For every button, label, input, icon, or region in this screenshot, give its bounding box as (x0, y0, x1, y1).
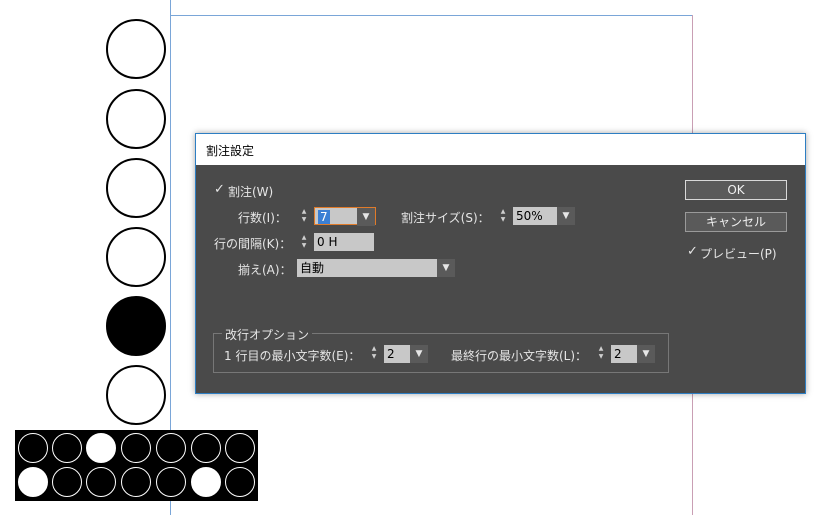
dialog-title: 割注設定 (206, 144, 255, 158)
ok-button[interactable]: OK (685, 180, 787, 200)
grid-dot (225, 433, 255, 463)
warichu-dialog: 割注設定 ✓ 割注(W) 行数(I)： ▲ ▼ 7 ▼ 割注サイズ(S)： ▲ … (195, 133, 806, 394)
down-arrow-icon: ▼ (301, 242, 307, 249)
cancel-button[interactable]: キャンセル (685, 212, 787, 232)
up-arrow-icon: ▲ (301, 208, 307, 215)
preview-label: プレビュー(P) (700, 247, 777, 261)
preview-checkbox[interactable]: ✓ (687, 245, 699, 258)
first-line-min-label: 1 行目の最小文字数(E)： (224, 349, 361, 363)
grid-dot (156, 433, 186, 463)
last-line-min-stepper[interactable]: ▲ ▼ (594, 345, 608, 363)
dot-grid[interactable] (15, 430, 258, 501)
grid-dot (121, 467, 151, 497)
rows-label: 行数(I)： (238, 211, 287, 225)
chevron-down-icon[interactable]: ▼ (557, 207, 575, 225)
grid-dot (52, 467, 82, 497)
grid-dot (225, 467, 255, 497)
first-line-min-value: 2 (387, 347, 395, 361)
size-label: 割注サイズ(S)： (401, 211, 490, 225)
last-line-min-dropdown[interactable]: 2 ▼ (611, 345, 655, 363)
grid-dot (52, 433, 82, 463)
rows-input[interactable]: 7 ▼ (314, 207, 376, 226)
size-stepper[interactable]: ▲ ▼ (496, 208, 510, 226)
rows-value: 7 (318, 210, 330, 224)
linebreak-options-legend: 改行オプション (222, 326, 313, 343)
up-arrow-icon: ▲ (500, 208, 506, 215)
rows-stepper[interactable]: ▲ ▼ (297, 208, 311, 226)
chevron-down-icon[interactable]: ▼ (410, 345, 428, 363)
align-value: 自動 (300, 261, 325, 275)
spacing-label: 行の間隔(K)： (214, 237, 292, 251)
warichu-checkbox[interactable]: ✓ (214, 183, 226, 196)
dialog-titlebar[interactable]: 割注設定 (196, 134, 805, 165)
spacing-input[interactable]: 0 H (314, 233, 374, 251)
down-arrow-icon: ▼ (598, 353, 604, 360)
circle-5-filled[interactable] (106, 296, 166, 356)
circle-4[interactable] (106, 227, 166, 287)
warichu-label: 割注(W) (228, 185, 274, 199)
down-arrow-icon: ▼ (500, 216, 506, 223)
grid-dot (156, 467, 186, 497)
last-line-min-value: 2 (614, 347, 622, 361)
up-arrow-icon: ▲ (371, 345, 377, 352)
first-line-min-stepper[interactable]: ▲ ▼ (367, 345, 381, 363)
up-arrow-icon: ▲ (301, 234, 307, 241)
last-line-min-label: 最終行の最小文字数(L)： (451, 349, 588, 363)
align-dropdown[interactable]: 自動 ▼ (297, 259, 455, 277)
grid-dot (121, 433, 151, 463)
circle-6[interactable] (106, 365, 166, 425)
up-arrow-icon: ▲ (598, 345, 604, 352)
circle-3[interactable] (106, 158, 166, 218)
down-arrow-icon: ▼ (301, 216, 307, 223)
page-top-guide (170, 15, 693, 16)
grid-dot-white (86, 433, 116, 463)
chevron-down-icon[interactable]: ▼ (357, 208, 375, 226)
grid-dot-white (191, 467, 221, 497)
chevron-down-icon[interactable]: ▼ (637, 345, 655, 363)
chevron-down-icon[interactable]: ▼ (437, 259, 455, 277)
grid-dot (18, 433, 48, 463)
grid-dot (191, 433, 221, 463)
first-line-min-dropdown[interactable]: 2 ▼ (384, 345, 428, 363)
circle-1[interactable] (106, 19, 166, 79)
grid-dot (86, 467, 116, 497)
down-arrow-icon: ▼ (371, 353, 377, 360)
size-dropdown[interactable]: 50% ▼ (513, 207, 575, 225)
grid-dot-white (18, 467, 48, 497)
size-value: 50% (516, 209, 543, 223)
spacing-stepper[interactable]: ▲ ▼ (297, 234, 311, 252)
align-label: 揃え(A)： (238, 263, 292, 277)
circle-2[interactable] (106, 89, 166, 149)
